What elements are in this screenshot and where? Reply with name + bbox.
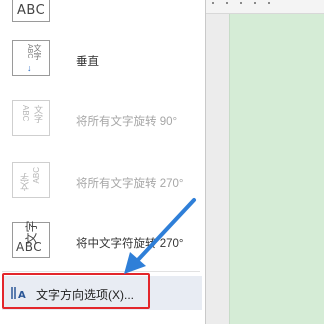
rotate-270-icon: 文字 ABC xyxy=(12,162,50,198)
rotate-chinese-270-icon: 文字 ABC xyxy=(12,220,50,258)
menu-item-label: 将所有文字旋转 90° xyxy=(76,116,178,128)
menu-item-rotate-chinese-270[interactable]: 文字 ABC 将中文字符旋转 270° xyxy=(0,212,200,270)
rotate-90-icon: 文字 ABC xyxy=(12,100,50,136)
horizontal-text-icon: ABC xyxy=(12,0,50,22)
menu-item-vertical[interactable]: 文字 ABC ↓ 垂直 xyxy=(0,30,200,88)
document-page[interactable] xyxy=(229,14,324,324)
menu-item-label: 垂直 xyxy=(76,56,99,68)
menu-item-label: 将中文字符旋转 270° xyxy=(76,238,184,250)
menu-separator xyxy=(2,271,200,272)
highlight-frame xyxy=(2,273,150,309)
menu-item-label: 将所有文字旋转 270° xyxy=(76,178,184,190)
menu-item-rotate-270: 文字 ABC 将所有文字旋转 270° xyxy=(0,152,200,210)
horizontal-ruler xyxy=(206,0,324,14)
down-arrow-icon: ↓ xyxy=(27,63,32,73)
menu-item-rotate-90: 文字 ABC 将所有文字旋转 90° xyxy=(0,90,200,148)
vertical-text-icon: 文字 ABC ↓ xyxy=(12,40,50,76)
menu-item-horizontal[interactable]: ABC xyxy=(0,0,200,32)
